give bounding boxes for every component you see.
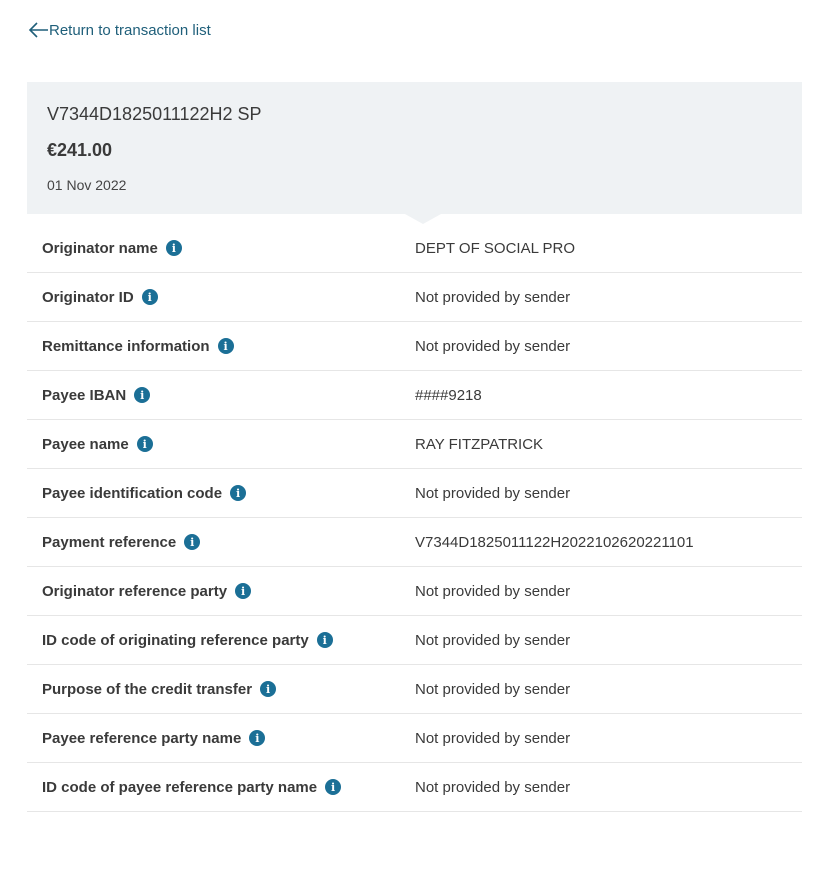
detail-value: RAY FITZPATRICK [415, 435, 544, 453]
transaction-details-list: Originator name i DEPT OF SOCIAL PRO Ori… [27, 224, 802, 812]
detail-row-purpose-of-credit-transfer: Purpose of the credit transfer i Not pro… [27, 665, 802, 714]
detail-label-text: Remittance information [42, 337, 210, 355]
info-icon[interactable]: i [325, 779, 342, 795]
detail-label: Payee IBAN i [27, 387, 400, 404]
info-icon[interactable]: i [141, 289, 158, 305]
detail-label-text: Purpose of the credit transfer [42, 680, 253, 698]
info-icon[interactable]: i [136, 436, 153, 452]
detail-row-originator-reference-party: Originator reference party i Not provide… [27, 567, 802, 616]
detail-row-originator-id: Originator ID i Not provided by sender [27, 273, 802, 322]
detail-label-text: Originator reference party [42, 582, 228, 600]
detail-label: ID code of originating reference party i [27, 632, 400, 649]
detail-value: Not provided by sender [415, 582, 571, 600]
detail-label: Payee name i [27, 436, 400, 453]
summary-pointer [405, 214, 441, 224]
info-icon[interactable]: i [184, 534, 201, 550]
detail-label-text: Originator ID [42, 288, 134, 306]
detail-row-payee-iban: Payee IBAN i ####9218 [27, 371, 802, 420]
arrow-left-icon [28, 20, 49, 40]
detail-value: Not provided by sender [415, 337, 571, 355]
detail-label: ID code of payee reference party name i [27, 779, 400, 796]
transaction-amount: €241.00 [47, 140, 113, 160]
detail-row-id-code-payee-reference-party-name: ID code of payee reference party name i … [27, 763, 802, 812]
info-icon[interactable]: i [165, 240, 182, 256]
transaction-detail-page: Return to transaction list V7344D1825011… [0, 0, 840, 881]
detail-label: Payment reference i [27, 534, 400, 551]
detail-label-text: ID code of payee reference party name [42, 778, 318, 796]
info-icon[interactable]: i [217, 338, 234, 354]
return-link-label: Return to transaction list [49, 21, 211, 39]
info-icon[interactable]: i [316, 632, 333, 648]
transaction-date: 01 Nov 2022 [47, 177, 127, 193]
transaction-summary: V7344D1825011122H2 SP €241.00 01 Nov 202… [27, 82, 802, 224]
detail-row-id-code-originating-reference-party: ID code of originating reference party i… [27, 616, 802, 665]
return-to-transaction-list-link[interactable]: Return to transaction list [28, 20, 211, 40]
info-icon[interactable]: i [260, 681, 277, 697]
detail-value: V7344D1825011122H2022102620221101 [415, 533, 694, 551]
detail-value: ####9218 [415, 386, 482, 404]
info-icon[interactable]: i [235, 583, 252, 599]
transaction-reference: V7344D1825011122H2 SP [47, 104, 262, 124]
detail-label: Originator reference party i [27, 583, 400, 600]
detail-row-originator-name: Originator name i DEPT OF SOCIAL PRO [27, 224, 802, 273]
detail-label: Payee reference party name i [27, 730, 400, 747]
detail-value: Not provided by sender [415, 288, 571, 306]
detail-label: Originator name i [27, 240, 400, 257]
detail-value: Not provided by sender [415, 484, 571, 502]
detail-value: DEPT OF SOCIAL PRO [415, 239, 576, 257]
detail-row-payee-name: Payee name i RAY FITZPATRICK [27, 420, 802, 469]
info-icon[interactable]: i [230, 485, 247, 501]
detail-label-text: ID code of originating reference party [42, 631, 309, 649]
detail-value: Not provided by sender [415, 778, 571, 796]
detail-value: Not provided by sender [415, 680, 571, 698]
detail-label: Originator ID i [27, 289, 400, 306]
detail-label-text: Originator name [42, 239, 158, 257]
detail-label-text: Payee name [42, 435, 129, 453]
detail-label-text: Payee reference party name [42, 729, 242, 747]
detail-row-payee-identification-code: Payee identification code i Not provided… [27, 469, 802, 518]
detail-row-remittance-information: Remittance information i Not provided by… [27, 322, 802, 371]
detail-row-payee-reference-party-name: Payee reference party name i Not provide… [27, 714, 802, 763]
detail-value: Not provided by sender [415, 631, 571, 649]
info-icon[interactable]: i [134, 387, 151, 403]
info-icon[interactable]: i [249, 730, 266, 746]
detail-label-text: Payee IBAN [42, 386, 127, 404]
detail-label: Payee identification code i [27, 485, 400, 502]
detail-label: Remittance information i [27, 338, 400, 355]
detail-value: Not provided by sender [415, 729, 571, 747]
detail-label: Purpose of the credit transfer i [27, 681, 400, 698]
detail-row-payment-reference: Payment reference i V7344D1825011122H202… [27, 518, 802, 567]
detail-label-text: Payment reference [42, 533, 177, 551]
detail-label-text: Payee identification code [42, 484, 223, 502]
